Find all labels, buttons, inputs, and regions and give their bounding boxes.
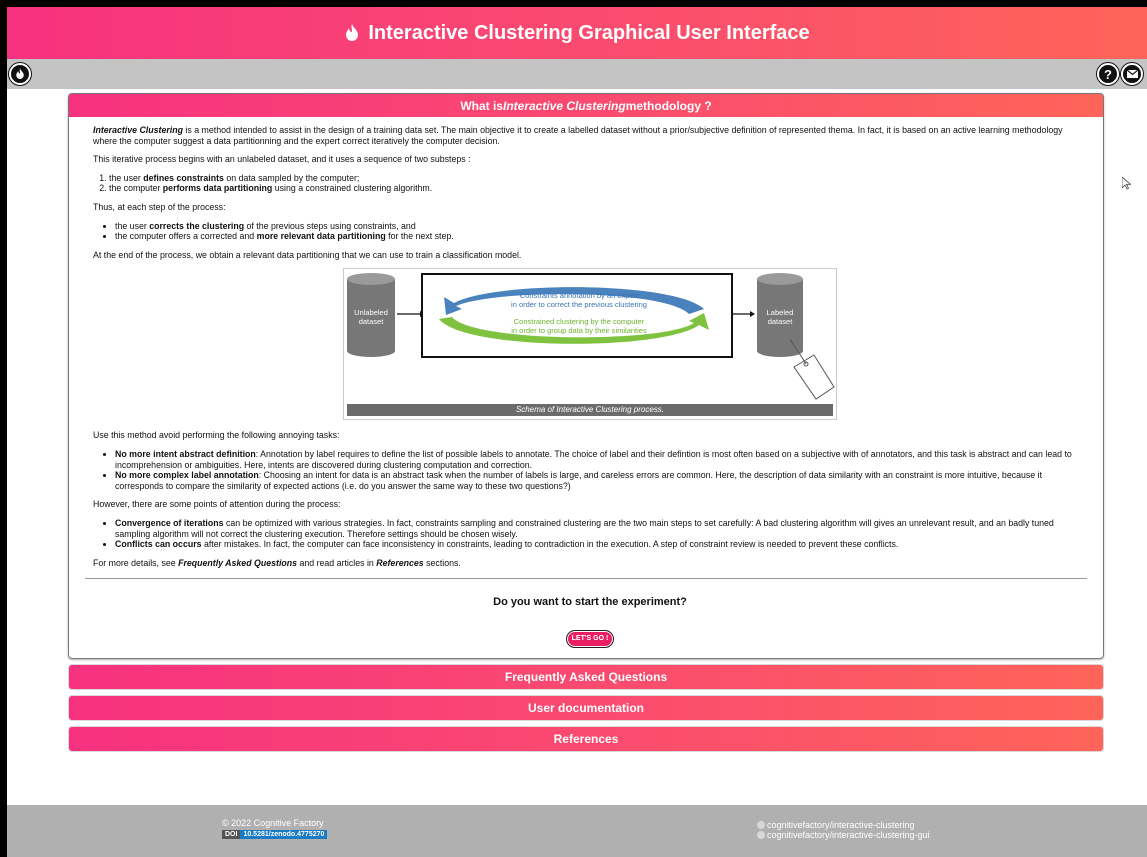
copyright: © 2022 Cognitive Factory: [222, 818, 324, 828]
list-item: Convergence of iterations can be optimiz…: [115, 518, 1087, 539]
doi-badge[interactable]: DOI 10.5281/zenodo.4775270: [222, 830, 328, 839]
app-header: Interactive Clustering Graphical User In…: [7, 7, 1147, 59]
list-item: No more intent abstract definition: Anno…: [115, 449, 1087, 470]
doi-label: DOI: [222, 830, 241, 839]
footer: © 2022 Cognitive Factory DOI 10.5281/zen…: [7, 805, 1147, 857]
intro-em: Interactive Clustering: [93, 125, 183, 135]
accordion-references[interactable]: References: [68, 726, 1104, 753]
schema-figure: Unlabeled dataset Labeled dataset Constr…: [93, 268, 1087, 421]
avoid-paragraph: Use this method avoid performing the fol…: [93, 430, 340, 441]
intro-card: What is Interactive Clustering methodolo…: [68, 93, 1104, 660]
app-window: Interactive Clustering Graphical User In…: [7, 7, 1147, 857]
toolbar: ?: [7, 59, 1147, 89]
schema-label-blue: Constraints annotation by an expert in o…: [511, 291, 647, 310]
schema-image: Unlabeled dataset Labeled dataset Constr…: [343, 268, 837, 421]
attention-paragraph: However, there are some points of attent…: [93, 499, 341, 510]
lets-go-button[interactable]: LET'S GO !: [565, 629, 615, 649]
list-item: the user defines constraints on data sam…: [109, 173, 1087, 184]
github-icon: [757, 821, 765, 829]
home-button[interactable]: [9, 63, 31, 85]
repo-link-1[interactable]: cognitivefactory/interactive-clustering: [757, 820, 930, 830]
schema-label-labeled: Labeled dataset: [766, 308, 794, 327]
list-item: the user corrects the clustering of the …: [115, 221, 1087, 232]
doi-value: 10.5281/zenodo.4775270: [240, 830, 328, 839]
intro-card-header[interactable]: What is Interactive Clustering methodolo…: [69, 94, 1103, 117]
thus-paragraph: Thus, at each step of the process:: [93, 201, 226, 212]
schema-label-unlabeled: Unlabeled dataset: [354, 308, 388, 327]
intro-card-body: Interactive Clustering is a method inten…: [69, 117, 1103, 658]
list-item: the computer performs data partitioning …: [109, 183, 1087, 194]
help-button[interactable]: ?: [1097, 63, 1119, 85]
list-item: No more complex label annotation: Choosi…: [115, 470, 1087, 491]
accordion-user-documentation[interactable]: User documentation: [68, 695, 1104, 722]
accordion-faq[interactable]: Frequently Asked Questions: [68, 664, 1104, 691]
cta-question: Do you want to start the experiment?: [493, 596, 687, 609]
mouse-cursor-icon: [1121, 176, 1132, 195]
repo-link-2[interactable]: cognitivefactory/interactive-clustering-…: [757, 830, 930, 840]
envelope-icon: [1126, 70, 1138, 78]
github-icon: [757, 831, 765, 839]
intro-paragraph: Interactive Clustering is a method inten…: [93, 125, 1087, 146]
contact-button[interactable]: [1121, 63, 1143, 85]
question-circle-icon: ?: [1104, 66, 1112, 82]
schema-caption: Schema of Interactive Clustering process…: [347, 404, 833, 417]
app-title: Interactive Clustering Graphical User In…: [368, 21, 810, 44]
card-title-em: Interactive Clustering: [502, 98, 626, 113]
card-title-post: methodology ?: [625, 98, 712, 113]
divider: [85, 578, 1087, 580]
faq-link[interactable]: Frequently Asked Questions: [178, 558, 297, 568]
references-link[interactable]: References: [376, 558, 423, 568]
steps-list: the user defines constraints on data sam…: [93, 173, 1087, 194]
process-paragraph: This iterative process begins with an un…: [93, 154, 471, 165]
flame-icon: [16, 68, 24, 79]
thus-list: the user corrects the clustering of the …: [93, 221, 1087, 242]
flame-icon: [344, 24, 360, 42]
attention-list: Convergence of iterations can be optimiz…: [93, 518, 1087, 550]
list-item: the computer offers a corrected and more…: [115, 231, 1087, 242]
avoid-list: No more intent abstract definition: Anno…: [93, 449, 1087, 491]
schema-label-green: Constrained clustering by the computer i…: [511, 317, 647, 336]
intro-text: is a method intended to assist in the de…: [93, 125, 1063, 146]
list-item: Conflicts can occurs after mistakes. In …: [115, 539, 1087, 550]
end-paragraph: At the end of the process, we obtain a r…: [93, 249, 522, 260]
card-title-pre: What is: [460, 98, 503, 113]
main-content: What is Interactive Clustering methodolo…: [7, 89, 1147, 753]
more-details-paragraph: For more details, see Frequently Asked Q…: [93, 557, 461, 568]
